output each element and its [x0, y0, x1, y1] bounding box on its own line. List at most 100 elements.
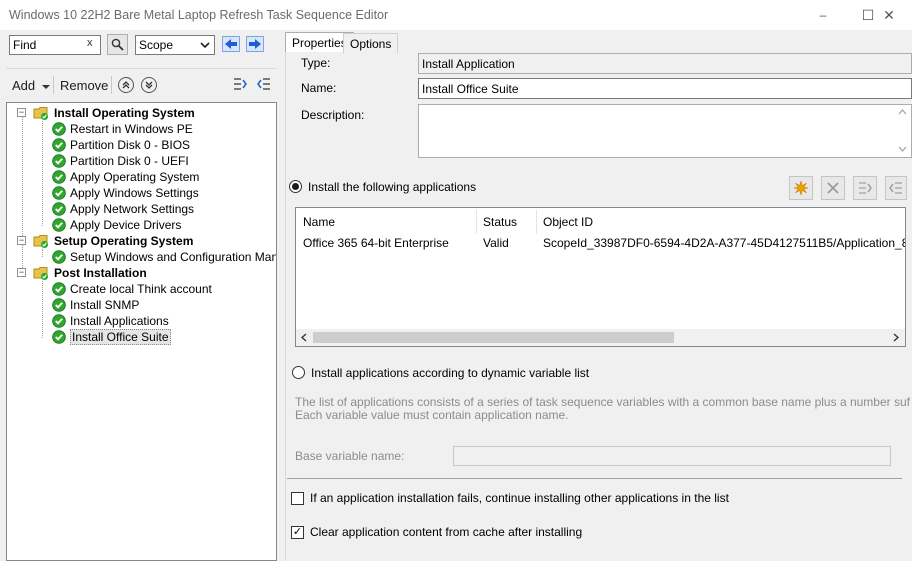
new-application-button[interactable] — [789, 176, 813, 200]
window-title: Windows 10 22H2 Bare Metal Laptop Refres… — [9, 8, 389, 22]
tab-options[interactable]: Options — [343, 33, 399, 53]
column-divider[interactable] — [536, 210, 537, 234]
check-circle-icon — [52, 154, 66, 168]
task-sequence-tree[interactable]: − Install Operating System Restart in Wi… — [6, 102, 277, 561]
move-app-down-button[interactable] — [885, 176, 907, 200]
install-following-radio[interactable] — [289, 180, 302, 193]
check-circle-icon — [52, 282, 66, 296]
section-divider — [287, 478, 902, 479]
install-following-label: Install the following applications — [308, 180, 477, 194]
check-circle-icon — [52, 122, 66, 136]
check-circle-icon — [52, 186, 66, 200]
tree-item-label: Install SNMP — [70, 298, 140, 312]
tree-item[interactable]: Install Applications — [52, 313, 169, 329]
tree-item[interactable]: Apply Network Settings — [52, 201, 194, 217]
close-button[interactable]: ✕ — [866, 0, 912, 30]
tree-item[interactable]: Apply Operating System — [52, 169, 199, 185]
column-header-name[interactable]: Name — [303, 215, 335, 229]
starburst-icon — [793, 180, 809, 196]
collapse-icon[interactable]: − — [17, 108, 26, 117]
move-up-button[interactable] — [118, 77, 134, 93]
check-circle-icon — [52, 218, 66, 232]
tree-item-label: Create local Think account — [70, 282, 212, 296]
check-circle-icon — [52, 250, 66, 264]
description-label: Description: — [301, 108, 365, 122]
tree-item[interactable]: Restart in Windows PE — [52, 121, 193, 137]
install-dynamic-label: Install applications according to dynami… — [311, 366, 590, 380]
scroll-left-icon — [301, 333, 307, 342]
tree-line — [42, 249, 43, 257]
collapse-icon[interactable]: − — [17, 236, 26, 245]
description-field[interactable] — [418, 104, 912, 158]
tree-item-label: Install Applications — [70, 314, 169, 328]
tree-item-label: Apply Operating System — [70, 170, 200, 184]
previous-result-button[interactable] — [220, 34, 241, 54]
folder-check-icon — [33, 235, 49, 249]
tree-item-label: Apply Windows Settings — [70, 186, 199, 200]
install-dynamic-radio[interactable] — [292, 366, 305, 379]
scroll-right-icon — [893, 333, 899, 342]
next-result-button[interactable] — [244, 34, 265, 54]
tree-item[interactable]: Partition Disk 0 - UEFI — [52, 153, 189, 169]
add-label: Add — [12, 78, 36, 93]
clear-cache-checkbox[interactable]: ✓ — [291, 526, 304, 539]
toolbar-divider — [6, 68, 277, 69]
remove-button[interactable]: Remove — [60, 78, 108, 93]
tree-line — [42, 121, 43, 226]
tree-item[interactable]: Create local Think account — [52, 281, 212, 297]
horizontal-scrollbar[interactable] — [296, 329, 905, 346]
arrow-right-icon — [245, 36, 264, 52]
outdent-icon — [257, 78, 270, 90]
scrollbar-thumb[interactable] — [313, 332, 674, 343]
name-field[interactable]: Install Office Suite — [418, 78, 912, 99]
tree-item[interactable]: Apply Device Drivers — [52, 217, 181, 233]
description-scrollbar[interactable] — [894, 105, 911, 157]
base-variable-label: Base variable name: — [295, 449, 405, 463]
clear-find-button[interactable]: x — [87, 37, 97, 49]
delete-application-button[interactable] — [821, 176, 845, 200]
scope-select[interactable]: Scope — [135, 35, 215, 55]
chevron-down-icon — [200, 42, 210, 49]
column-header-object-id[interactable]: Object ID — [543, 215, 593, 229]
dynamic-help-text-2: Each variable value must contain applica… — [295, 408, 569, 422]
collapse-icon[interactable]: − — [17, 268, 26, 277]
delete-icon — [827, 182, 839, 194]
tree-item-selected[interactable]: Install Office Suite — [52, 329, 171, 345]
indent-button[interactable] — [232, 76, 248, 95]
add-button[interactable]: Add — [12, 78, 50, 93]
outdent-button[interactable] — [256, 76, 272, 95]
tree-item-label: Partition Disk 0 - UEFI — [70, 154, 189, 168]
continue-on-fail-checkbox[interactable] — [291, 492, 304, 505]
base-variable-field[interactable] — [453, 446, 891, 466]
tree-item[interactable]: Setup Windows and Configuration Manager — [52, 249, 276, 265]
tree-group-label: Setup Operating System — [54, 234, 194, 248]
move-up-icon — [859, 182, 872, 194]
column-divider[interactable] — [476, 210, 477, 234]
tree-item[interactable]: Partition Disk 0 - BIOS — [52, 137, 190, 153]
check-circle-icon — [52, 138, 66, 152]
tree-item[interactable]: Install SNMP — [52, 297, 139, 313]
arrow-left-icon — [221, 36, 240, 52]
application-list[interactable]: Name Status Object ID Office 365 64-bit … — [295, 207, 906, 347]
double-chevron-up-icon — [122, 81, 130, 89]
tree-item-label: Install Office Suite — [70, 329, 171, 345]
tree-item[interactable]: Apply Windows Settings — [52, 185, 199, 201]
row-status: Valid — [483, 236, 509, 250]
move-down-icon — [889, 182, 902, 194]
column-header-status[interactable]: Status — [483, 215, 517, 229]
search-button[interactable] — [107, 34, 128, 55]
minimize-button[interactable]: – — [800, 0, 846, 30]
scroll-down-icon — [898, 146, 907, 152]
toolbar-separator — [111, 76, 112, 94]
check-circle-icon — [52, 314, 66, 328]
check-icon: ✓ — [292, 526, 303, 538]
name-label: Name: — [301, 81, 337, 95]
move-down-button[interactable] — [141, 77, 157, 93]
move-app-up-button[interactable] — [853, 176, 877, 200]
double-chevron-down-icon — [145, 81, 153, 89]
scroll-up-icon — [898, 109, 907, 115]
scope-value: Scope — [139, 38, 174, 52]
tree-item-label: Partition Disk 0 - BIOS — [70, 138, 191, 152]
tree-line — [42, 281, 43, 338]
row-name: Office 365 64-bit Enterprise — [303, 236, 449, 250]
